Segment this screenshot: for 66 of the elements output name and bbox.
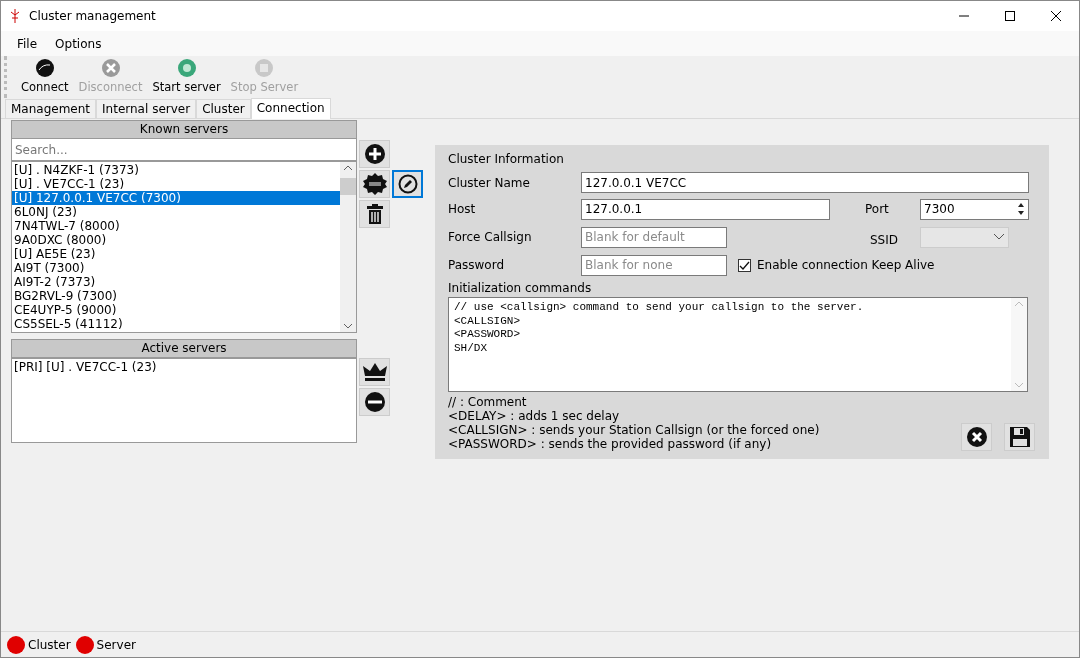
toolbar-button[interactable]: Start server <box>152 58 221 94</box>
field-label: Force Callsign <box>448 230 532 244</box>
field-label: Port <box>865 202 889 216</box>
delete-button[interactable] <box>359 200 390 228</box>
window-title: Cluster management <box>29 9 157 23</box>
active-server-list[interactable]: [PRI] [U] . VE7CC-1 (23) <box>11 358 357 443</box>
list-item[interactable]: 9A0DXC (8000) <box>12 233 340 247</box>
panel-header: Active servers <box>11 339 357 358</box>
legend-text: // : Comment <box>448 395 528 409</box>
host-field[interactable]: 127.0.0.1 <box>581 198 830 220</box>
list-item[interactable]: CE4UYP-5 (9000) <box>12 303 340 317</box>
section-title: Cluster Information <box>448 152 564 166</box>
legend-text: <PASSWORD> : sends the provided password (if any) <box>448 437 773 451</box>
list-item[interactable]: CS5SEL-5 (41112) <box>12 317 340 331</box>
scroll-bar[interactable] <box>340 162 356 332</box>
crown-button[interactable] <box>359 358 390 386</box>
toolbar-button[interactable]: Connect <box>21 58 69 94</box>
status-label: Cluster <box>28 637 71 652</box>
field-label: Password <box>448 258 505 272</box>
cancel-button[interactable] <box>961 423 992 451</box>
tab[interactable]: Cluster <box>196 99 251 118</box>
menu-item[interactable]: File <box>9 34 46 53</box>
legend-text: <CALLSIGN> : sends your Station Callsign (or the forced one) <box>448 423 820 437</box>
port-field[interactable]: 7300 <box>920 198 1029 220</box>
close-icon <box>100 58 121 78</box>
checkbox-label: Enable connection Keep Alive <box>757 258 935 272</box>
trash-icon <box>366 204 383 224</box>
list-item[interactable]: BG2RVL-9 (7300) <box>12 289 340 303</box>
password-field[interactable]: Blank for none <box>581 254 727 276</box>
close-icon <box>1051 11 1061 21</box>
field-label: SSID <box>870 233 898 247</box>
keep-alive-checkbox[interactable] <box>738 258 751 272</box>
list-item[interactable]: AI9T (7300) <box>12 261 340 275</box>
gauge-icon <box>34 58 55 78</box>
stop-icon <box>254 58 275 78</box>
list-item[interactable]: AI9T-2 (7373) <box>12 275 340 289</box>
globe-icon <box>176 58 197 78</box>
new-button[interactable] <box>359 170 390 198</box>
field-label: Initialization commands <box>448 281 592 295</box>
list-item[interactable]: [U] . VE7CC-1 (23) <box>12 177 340 191</box>
server-list[interactable]: [U] . N4ZKF-1 (7373) [U] . VE7CC-1 (23) [U] 127.0.0.1 VE7CC (7300) 6L0NJ (23) 7N4TWL-7 (8000) 9A0DXC (8000) [U] AE5E (23) AI9T (7300) AI9T-2 (7373) BG2RVL-9 (7300) CE4UYP-5 (9000) CS5SEL-5 (41112) <box>11 161 357 333</box>
list-item[interactable]: [U] 127.0.0.1 VE7CC (7300) <box>12 191 340 205</box>
list-item[interactable]: 6L0NJ (23) <box>12 205 340 219</box>
field-label: Host <box>448 202 476 216</box>
tab[interactable]: Connection <box>250 98 331 119</box>
edit-button[interactable] <box>392 170 423 198</box>
list-item[interactable]: [U] . N4ZKF-1 (7373) <box>12 163 340 177</box>
tab[interactable]: Management <box>5 99 97 118</box>
list-item[interactable]: 7N4TWL-7 (8000) <box>12 219 340 233</box>
tab[interactable]: Internal server <box>96 99 197 118</box>
menu-item[interactable]: Options <box>47 34 110 53</box>
search-field[interactable]: Search... <box>11 139 357 161</box>
save-button[interactable] <box>1004 423 1035 451</box>
antenna-icon <box>9 8 21 24</box>
list-item[interactable]: [PRI] [U] . VE7CC-1 (23) <box>12 360 356 374</box>
caret-icon <box>994 234 1004 240</box>
panel-header: Known servers <box>11 120 357 139</box>
add-button[interactable] <box>359 140 390 168</box>
field-label: Cluster Name <box>448 175 530 190</box>
callsign-field[interactable]: Blank for default <box>581 226 727 248</box>
status-label: Server <box>96 637 136 652</box>
maximize-icon <box>1005 11 1015 21</box>
list-item[interactable]: [U] AE5E (23) <box>12 247 340 261</box>
remove-button[interactable] <box>359 388 390 416</box>
legend-text: <DELAY> : adds 1 sec delay <box>448 409 621 423</box>
cluster-name-field[interactable]: 127.0.0.1 VE7CC <box>581 172 1029 193</box>
